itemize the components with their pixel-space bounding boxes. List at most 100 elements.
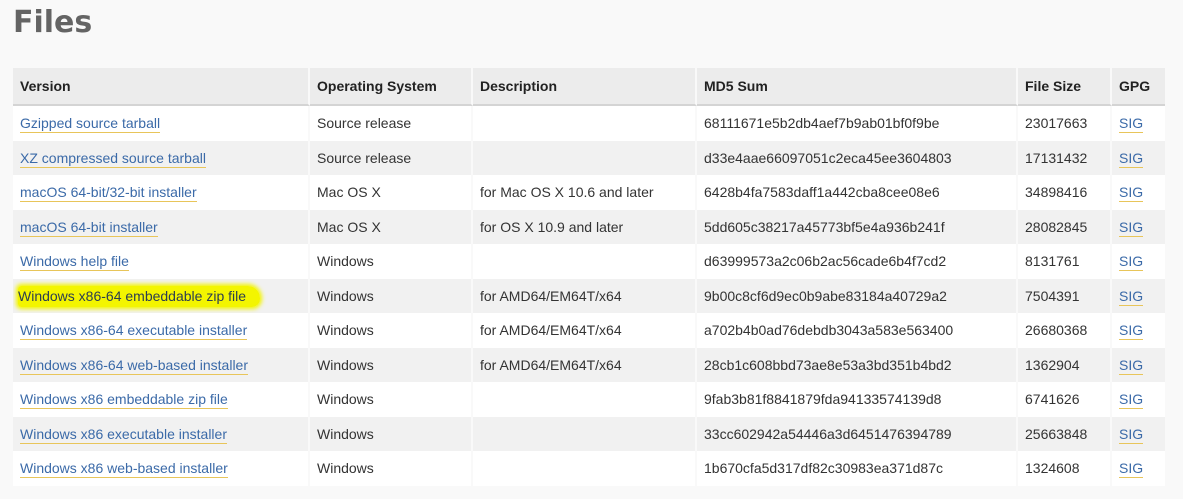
cell-version: macOS 64-bit/32-bit installer [13,175,310,210]
cell-operating-system: Source release [310,140,473,175]
cell-file-size: 8131761 [1018,244,1112,279]
cell-md5-sum: 1b670cfa5d317df82c30983ea371d87c [697,451,1018,486]
cell-operating-system: Windows [310,416,473,451]
cell-operating-system: Windows [310,347,473,382]
cell-description [473,140,697,175]
cell-file-size: 26680368 [1018,313,1112,348]
cell-gpg: SIG [1112,106,1165,141]
cell-description [473,451,697,486]
cell-file-size: 25663848 [1018,416,1112,451]
file-download-link[interactable]: Windows x86 executable installer [20,425,227,444]
cell-md5-sum: 33cc602942a54446a3d6451476394789 [697,416,1018,451]
cell-file-size: 28082845 [1018,209,1112,244]
gpg-signature-link[interactable]: SIG [1119,322,1144,341]
cell-file-size: 17131432 [1018,140,1112,175]
gpg-signature-link[interactable]: SIG [1119,391,1144,410]
cell-operating-system: Windows [310,244,473,279]
cell-description [473,244,697,279]
file-download-link[interactable]: macOS 64-bit installer [20,218,158,237]
files-table: Version Operating System Description MD5… [13,68,1165,486]
cell-version: Windows help file [13,244,310,279]
gpg-signature-link[interactable]: SIG [1119,115,1144,134]
cell-version: macOS 64-bit installer [13,209,310,244]
cell-md5-sum: a702b4b0ad76debdb3043a583e563400 [697,313,1018,348]
file-download-link[interactable]: Windows x86 web-based installer [20,460,228,479]
table-row: Windows x86 web-based installer Windows 1b… [13,451,1165,486]
gpg-signature-link[interactable]: SIG [1119,460,1144,479]
table-header-row: Version Operating System Description MD5… [13,68,1165,106]
cell-gpg: SIG [1112,209,1165,244]
cell-md5-sum: 6428b4fa7583daff1a442cba8cee08e6 [697,175,1018,210]
cell-md5-sum: 9fab3b81f8841879fda94133574139d8 [697,382,1018,417]
cell-gpg: SIG [1112,382,1165,417]
cell-operating-system: Windows [310,382,473,417]
cell-description: for AMD64/EM64T/x64 [473,347,697,382]
cell-gpg: SIG [1112,278,1165,313]
cell-gpg: SIG [1112,244,1165,279]
cell-description: for AMD64/EM64T/x64 [473,313,697,348]
table-row: macOS 64-bit installer Mac OS Xfor OS X 1… [13,209,1165,244]
cell-md5-sum: 9b00c8cf6d9ec0b9abe83184a40729a2 [697,278,1018,313]
cell-gpg: SIG [1112,416,1165,451]
file-download-link[interactable]: Windows x86 embeddable zip file [20,391,228,410]
file-download-link[interactable]: Windows x86-64 web-based installer [20,356,248,375]
cell-md5-sum: 68111671e5b2db4aef7b9ab01bf0f9be [697,106,1018,141]
cell-operating-system: Source release [310,106,473,141]
cell-operating-system: Mac OS X [310,209,473,244]
cell-gpg: SIG [1112,347,1165,382]
gpg-signature-link[interactable]: SIG [1119,253,1144,272]
gpg-signature-link[interactable]: SIG [1119,356,1144,375]
gpg-signature-link[interactable]: SIG [1119,287,1144,306]
cell-file-size: 34898416 [1018,175,1112,210]
table-row: Gzipped source tarball Source release 6811… [13,106,1165,141]
cell-md5-sum: d63999573a2c06b2ac56cade6b4f7cd2 [697,244,1018,279]
cell-description [473,416,697,451]
cell-version: Gzipped source tarball [13,106,310,141]
cell-md5-sum: 28cb1c608bbd73ae8e53a3bd351b4bd2 [697,347,1018,382]
table-row: Windows x86 executable installer Windows 3… [13,416,1165,451]
header-operating-system: Operating System [310,68,473,106]
cell-md5-sum: d33e4aae66097051c2eca45ee3604803 [697,140,1018,175]
cell-version: Windows x86 embeddable zip file [13,382,310,417]
cell-gpg: SIG [1112,175,1165,210]
files-page: Files Version Operating System Descripti… [0,0,1183,499]
cell-description [473,382,697,417]
cell-gpg: SIG [1112,451,1165,486]
gpg-signature-link[interactable]: SIG [1119,218,1144,237]
cell-file-size: 6741626 [1018,382,1112,417]
cell-version: Windows x86 web-based installer [13,451,310,486]
file-download-link[interactable]: XZ compressed source tarball [20,149,206,168]
cell-md5-sum: 5dd605c38217a45773bf5e4a936b241f [697,209,1018,244]
header-gpg: GPG [1112,68,1165,106]
header-md5-sum: MD5 Sum [697,68,1018,106]
file-download-link[interactable]: macOS 64-bit/32-bit installer [20,184,197,203]
cell-version: Windows x86-64 embeddable zip file [13,278,310,313]
gpg-signature-link[interactable]: SIG [1119,184,1144,203]
file-download-link[interactable]: Windows help file [20,253,129,272]
cell-gpg: SIG [1112,313,1165,348]
table-body: Gzipped source tarball Source release 6811… [13,106,1165,486]
page-title: Files [13,5,93,40]
file-download-link[interactable]: Gzipped source tarball [20,115,161,134]
cell-description: for Mac OS X 10.6 and later [473,175,697,210]
cell-file-size: 23017663 [1018,106,1112,141]
table-row: XZ compressed source tarball Source relea… [13,140,1165,175]
cell-file-size: 1362904 [1018,347,1112,382]
file-download-link[interactable]: Windows x86-64 executable installer [20,322,248,341]
cell-operating-system: Windows [310,278,473,313]
cell-description: for OS X 10.9 and later [473,209,697,244]
table-row: Windows x86-64 executable installer Windo… [13,313,1165,348]
cell-version: Windows x86-64 executable installer [13,313,310,348]
table-row: Windows help file Windows d63999573a2c06b2… [13,244,1165,279]
cell-description [473,106,697,141]
cell-version: Windows x86-64 web-based installer [13,347,310,382]
cell-gpg: SIG [1112,140,1165,175]
table-row: Windows x86 embeddable zip file Windows 9f… [13,382,1165,417]
gpg-signature-link[interactable]: SIG [1119,425,1144,444]
cell-file-size: 7504391 [1018,278,1112,313]
file-download-link[interactable]: Windows x86-64 embeddable zip file [18,285,261,307]
header-description: Description [473,68,697,106]
cell-operating-system: Windows [310,451,473,486]
table-row: Windows x86-64 web-based installer Window… [13,347,1165,382]
gpg-signature-link[interactable]: SIG [1119,149,1144,168]
